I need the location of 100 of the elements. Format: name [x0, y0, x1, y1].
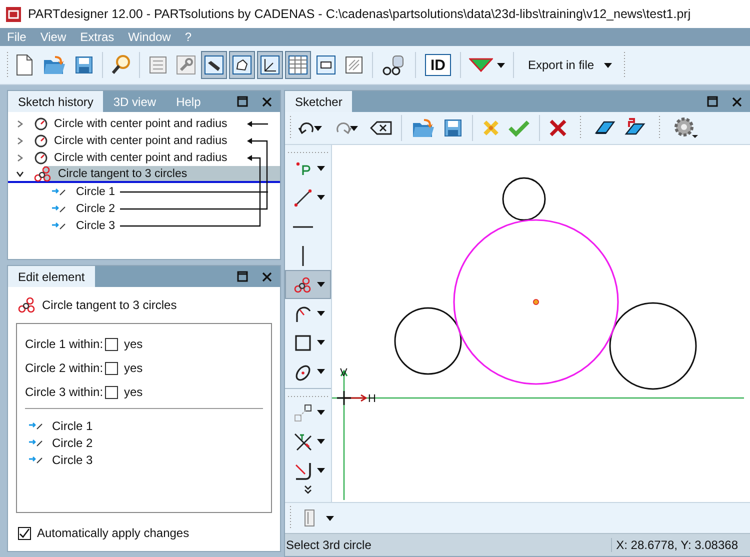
toolbar-button[interactable] [229, 51, 255, 79]
status-message: Select 3rd circle [286, 538, 372, 552]
chevron-right-icon[interactable] [16, 154, 24, 162]
circle-radius-icon [34, 134, 48, 148]
vertical-line-icon [301, 246, 305, 266]
undo-icon [298, 120, 316, 136]
three-circles-icon [294, 276, 312, 292]
eraser-icon [594, 119, 616, 137]
toolbar-grip-icon [288, 151, 328, 154]
cursor-coordinates: X: 28.6778, Y: 3.08368 [611, 538, 738, 552]
toolbar-grip-icon [6, 52, 9, 78]
chevron-right-icon[interactable] [16, 136, 24, 144]
caret-icon [326, 516, 334, 520]
chevron-right-icon[interactable] [16, 120, 24, 128]
panel-tab[interactable]: Sketcher [285, 91, 352, 112]
tree-child-row[interactable]: Circle 3 [8, 217, 280, 234]
caret-icon [317, 166, 325, 171]
trim-tool-icon [293, 432, 313, 452]
tree-item-label: Circle tangent to 3 circles [58, 168, 188, 180]
toolbar-grip-icon [289, 116, 292, 140]
outline-shape-icon [232, 55, 252, 75]
caret-icon [317, 468, 325, 473]
app-logo-icon [6, 6, 21, 22]
circle-radius-icon [34, 116, 48, 130]
folder-icon [411, 117, 435, 139]
search-icon [111, 54, 131, 76]
maximize-icon[interactable] [707, 96, 718, 107]
panel-tab[interactable]: Edit element [8, 266, 95, 287]
caret-icon [317, 369, 325, 374]
window-title: PARTdesigner 12.00 - PARTsolutions by CADENAS - C:\cadenas\partsolutions\data\23d-libs\training\v12_news\test1.prj [28, 7, 691, 21]
backspace-icon [370, 120, 392, 136]
folder-icon [42, 54, 66, 76]
caret-icon [317, 410, 325, 415]
caret-icon [317, 195, 325, 200]
close-icon[interactable] [262, 96, 272, 106]
chevron-down-icon[interactable] [16, 170, 24, 178]
circle-reference: Circle 1 [52, 418, 93, 432]
tree-row[interactable]: Circle with center point and radius [8, 115, 280, 132]
toolbar-grip-icon [289, 506, 292, 530]
checkbox-label: yes [124, 385, 143, 399]
arrow-link-icon [29, 456, 43, 464]
id-button[interactable]: ID [425, 54, 451, 76]
checkbox[interactable] [18, 526, 31, 540]
three-circles-icon [18, 297, 36, 313]
arrow-link-icon [29, 438, 43, 446]
panel-tab[interactable]: Sketch history [8, 91, 104, 112]
caret-icon [604, 62, 612, 68]
circle-shape [394, 307, 462, 375]
circle-reference: Circle 3 [52, 452, 93, 466]
point-tool-icon [294, 160, 312, 178]
close-icon[interactable] [262, 272, 272, 282]
caret-icon [350, 126, 358, 130]
circle-reference: Circle 2 [52, 436, 93, 450]
document-frame-icon [148, 55, 168, 75]
axes-icon [260, 55, 280, 75]
maximize-icon[interactable] [237, 96, 248, 107]
tree-child-row[interactable]: Circle 1 [8, 183, 280, 200]
double-chevron-down-icon[interactable] [304, 485, 312, 495]
tree-row[interactable]: Circle tangent to 3 circles [8, 166, 280, 183]
toolbar-button[interactable] [285, 51, 311, 79]
tree-item-label: Circle 2 [76, 202, 115, 214]
circle-shape [502, 177, 546, 221]
tree-row[interactable]: Circle with center point and radius [8, 132, 280, 149]
toolbar-grip-icon [288, 395, 328, 398]
caret-icon [497, 62, 505, 68]
redo-icon [334, 120, 352, 136]
toolbar-grip-icon [623, 52, 626, 78]
tree-child-row[interactable]: Circle 2 [8, 200, 280, 217]
connector-icon [316, 55, 336, 75]
toolbar-button[interactable] [201, 51, 227, 79]
checkbox[interactable] [105, 362, 118, 374]
toolbar-grip-icon [579, 116, 582, 140]
tree-item-label: Circle with center point and radius [54, 134, 228, 146]
toolbar-button[interactable] [257, 51, 283, 79]
close-icon[interactable] [732, 96, 742, 106]
tree-item-label: Circle 3 [76, 220, 115, 232]
gear-icon [673, 116, 699, 140]
checkbox-label: yes [124, 337, 143, 351]
checkbox-label: Automatically apply changes [37, 526, 190, 540]
hatched-frame-icon [344, 55, 364, 75]
tree-row[interactable]: Circle with center point and radius [8, 149, 280, 166]
toolbar-grip-icon [658, 116, 661, 140]
arrow-link-icon [52, 204, 66, 212]
caret-icon [317, 282, 325, 287]
cross-star-icon [482, 119, 500, 137]
arrow-link-icon [52, 222, 66, 230]
tree-item-label: Circle with center point and radius [54, 152, 228, 164]
checkbox[interactable] [105, 338, 118, 350]
caret-icon [317, 340, 325, 345]
caret-icon [317, 439, 325, 444]
three-circles-icon [34, 166, 52, 182]
arrow-link-icon [29, 422, 43, 430]
drawing-tool-button[interactable] [285, 270, 331, 299]
point-move-icon [293, 402, 313, 422]
checkbox[interactable] [105, 386, 118, 398]
center-point [533, 299, 539, 305]
table-icon [288, 55, 308, 75]
export-dropdown[interactable]: Export in file [519, 51, 622, 79]
checkmark-icon [508, 119, 530, 137]
maximize-icon[interactable] [237, 271, 248, 282]
